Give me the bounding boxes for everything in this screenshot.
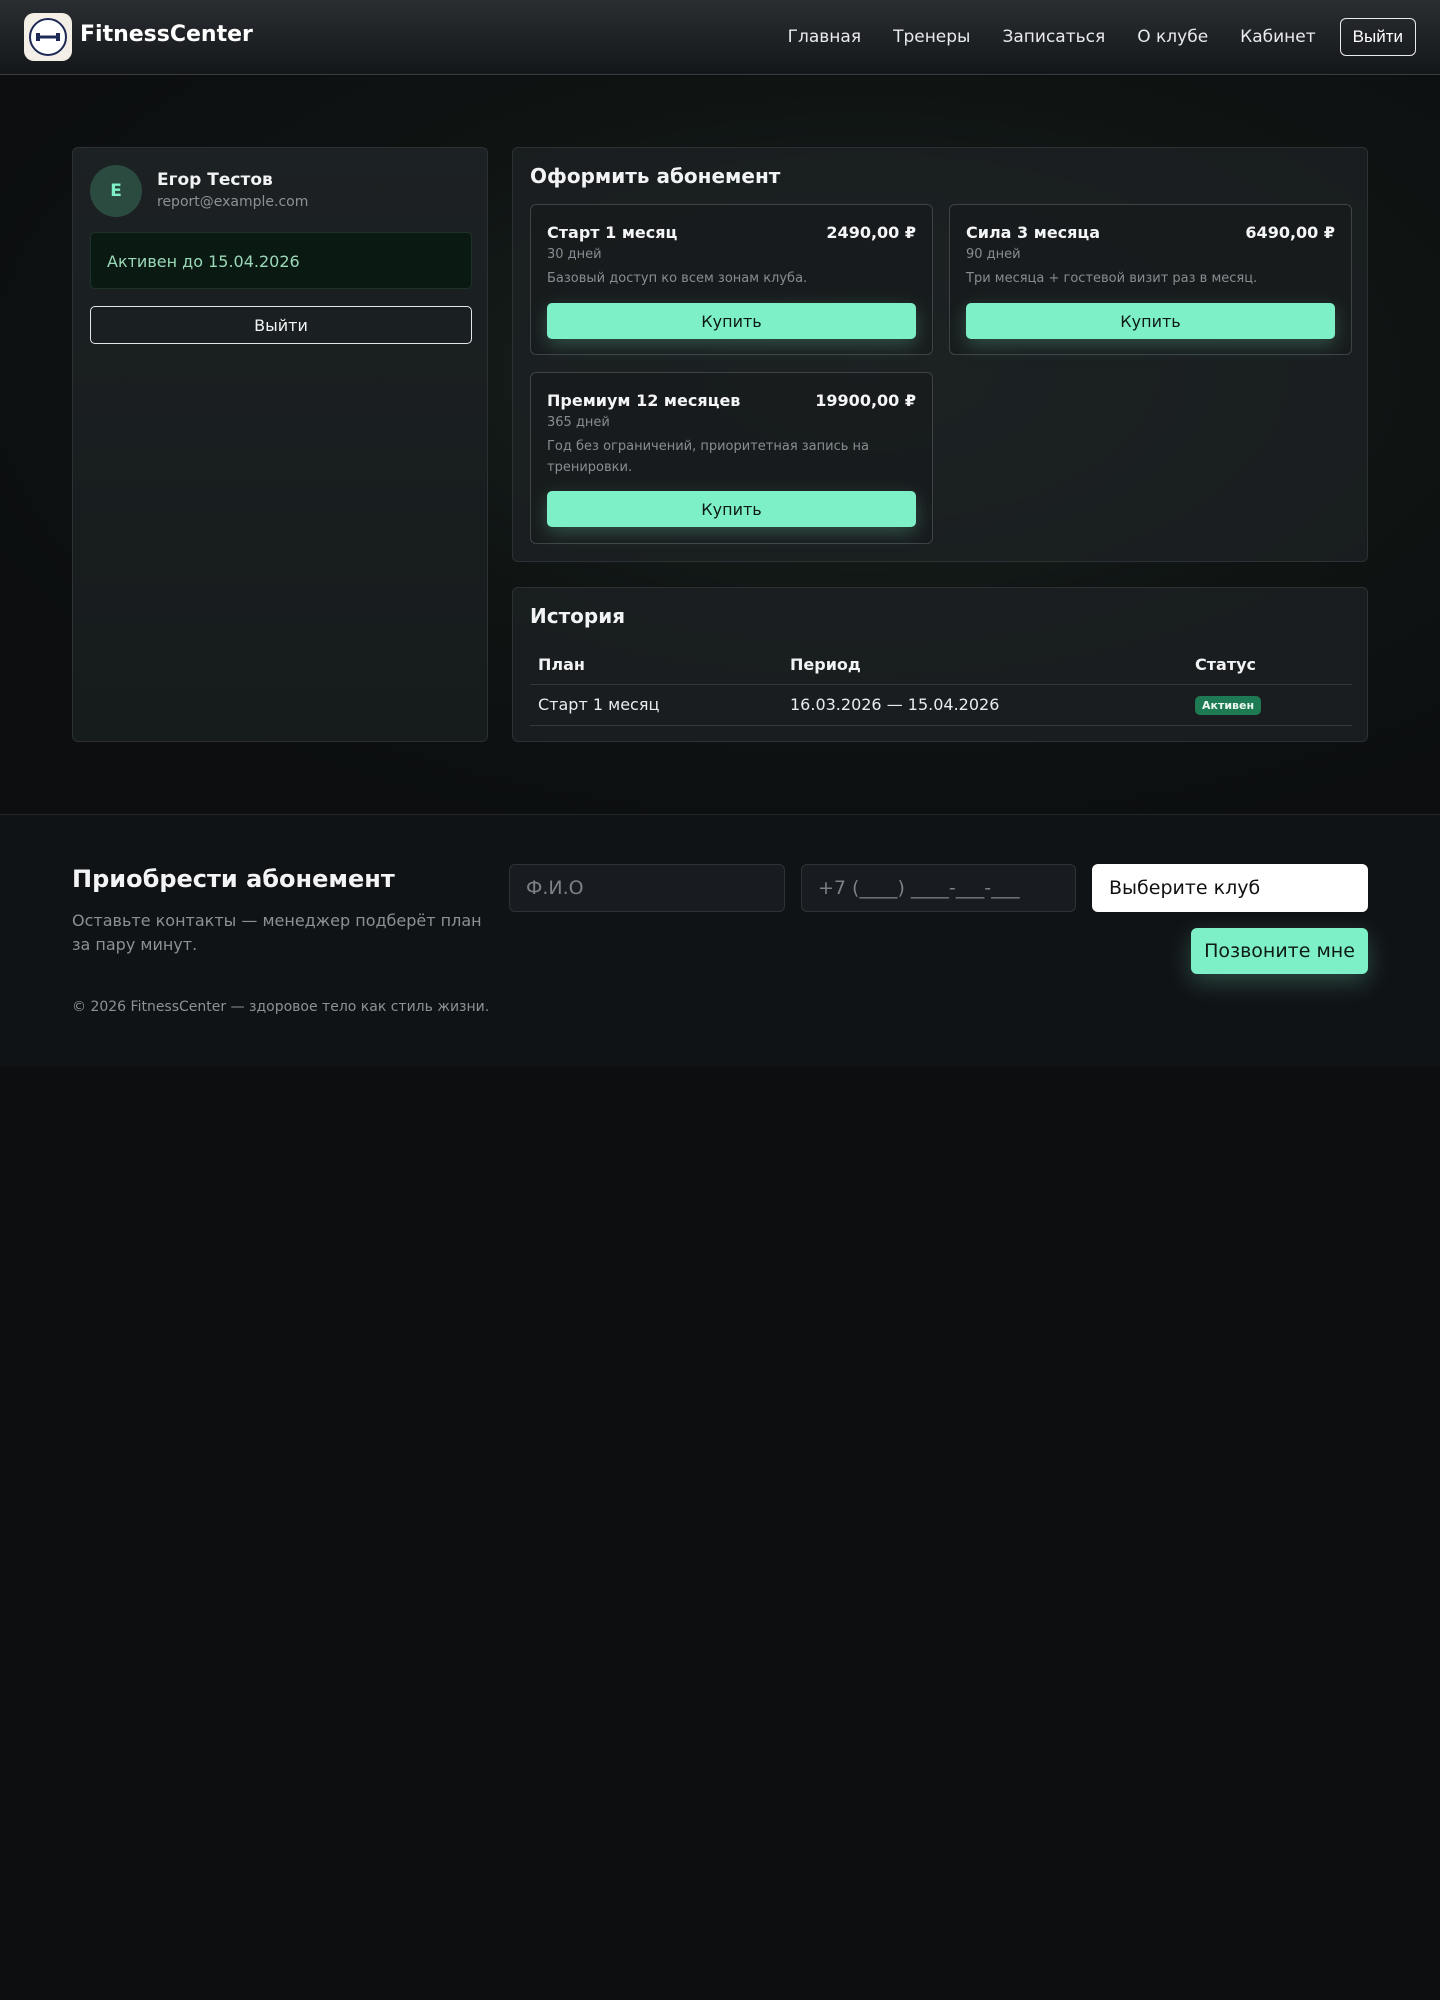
nav-about[interactable]: О клубе	[1137, 27, 1208, 47]
footer-title: Приобрести абонемент	[72, 865, 395, 893]
subscribe-title: Оформить абонемент	[530, 164, 781, 188]
main-nav: Главная Тренеры Записаться О клубе Кабин…	[756, 18, 1416, 56]
plan-price: 6490,00 ₽	[1245, 223, 1335, 242]
nav-signup[interactable]: Записаться	[1002, 27, 1105, 47]
profile-logout-button[interactable]: Выйти	[90, 306, 472, 344]
column-header: План	[530, 644, 782, 685]
plan-card: Сила 3 месяца 6490,00 ₽ 90 дней Три меся…	[949, 204, 1352, 355]
plan-description: Базовый доступ ко всем зонам клуба.	[547, 271, 808, 286]
plan-name: Премиум 12 месяцев	[547, 391, 741, 410]
nav-account[interactable]: Кабинет	[1240, 27, 1316, 47]
plan-price: 2490,00 ₽	[826, 223, 916, 242]
profile-card: E Егор Тестов report@example.com Активен…	[72, 147, 488, 742]
footer-subtitle: Оставьте контакты — менеджер подберёт пл…	[72, 911, 482, 954]
table-header-row: План Период Статус	[530, 644, 1352, 685]
plan-card: Премиум 12 месяцев 19900,00 ₽ 365 дней Г…	[530, 372, 933, 544]
copyright: © 2026 FitnessCenter — здоровое тело как…	[72, 999, 490, 1015]
brand-name[interactable]: FitnessCenter	[80, 22, 253, 47]
plan-description: Год без ограничений, приоритетная запись…	[547, 439, 870, 475]
column-header: Статус	[1187, 644, 1352, 685]
buy-button[interactable]: Купить	[547, 491, 916, 527]
buy-button[interactable]: Купить	[547, 303, 916, 339]
history-period: 16.03.2026 — 15.04.2026	[782, 684, 1187, 726]
history-plan: Старт 1 месяц	[530, 684, 782, 726]
phone-input[interactable]	[801, 864, 1076, 912]
plan-card: Старт 1 месяц 2490,00 ₽ 30 дней Базовый …	[530, 204, 933, 355]
footer: Приобрести абонемент Оставьте контакты —…	[0, 814, 1440, 1066]
status-badge: Активен	[1195, 696, 1262, 715]
table-row: Старт 1 месяц 16.03.2026 — 15.04.2026 Ак…	[530, 684, 1352, 726]
nav-trainers[interactable]: Тренеры	[893, 27, 970, 47]
plan-name: Старт 1 месяц	[547, 223, 678, 242]
membership-status: Активен до 15.04.2026	[90, 232, 472, 289]
user-email: report@example.com	[157, 194, 309, 210]
column-header: Период	[782, 644, 1187, 685]
plan-price: 19900,00 ₽	[815, 391, 916, 410]
dumbbell-logo-icon	[29, 18, 67, 56]
logo[interactable]	[24, 13, 72, 61]
header-logout-button[interactable]: Выйти	[1339, 18, 1416, 56]
name-input[interactable]	[509, 864, 785, 912]
club-select[interactable]: Выберите клуб	[1092, 864, 1368, 912]
history-table: План Период Статус Старт 1 месяц 16.03.2…	[530, 644, 1352, 726]
top-navbar: FitnessCenter Главная Тренеры Записаться…	[0, 0, 1440, 75]
avatar: E	[90, 165, 142, 217]
subscribe-card: Оформить абонемент Старт 1 месяц 2490,00…	[512, 147, 1368, 562]
nav-home[interactable]: Главная	[788, 27, 861, 47]
call-me-button[interactable]: Позвоните мне	[1191, 928, 1368, 974]
plan-duration: 30 дней	[547, 247, 602, 262]
buy-button[interactable]: Купить	[966, 303, 1335, 339]
plan-name: Сила 3 месяца	[966, 223, 1101, 242]
user-name: Егор Тестов	[157, 170, 273, 190]
plan-duration: 365 дней	[547, 415, 610, 430]
history-status: Активен	[1187, 684, 1352, 726]
plan-duration: 90 дней	[966, 247, 1021, 262]
history-title: История	[530, 604, 626, 628]
history-card: История План Период Статус Старт 1 месяц…	[512, 587, 1368, 742]
plan-description: Три месяца + гостевой визит раз в месяц.	[966, 271, 1258, 286]
